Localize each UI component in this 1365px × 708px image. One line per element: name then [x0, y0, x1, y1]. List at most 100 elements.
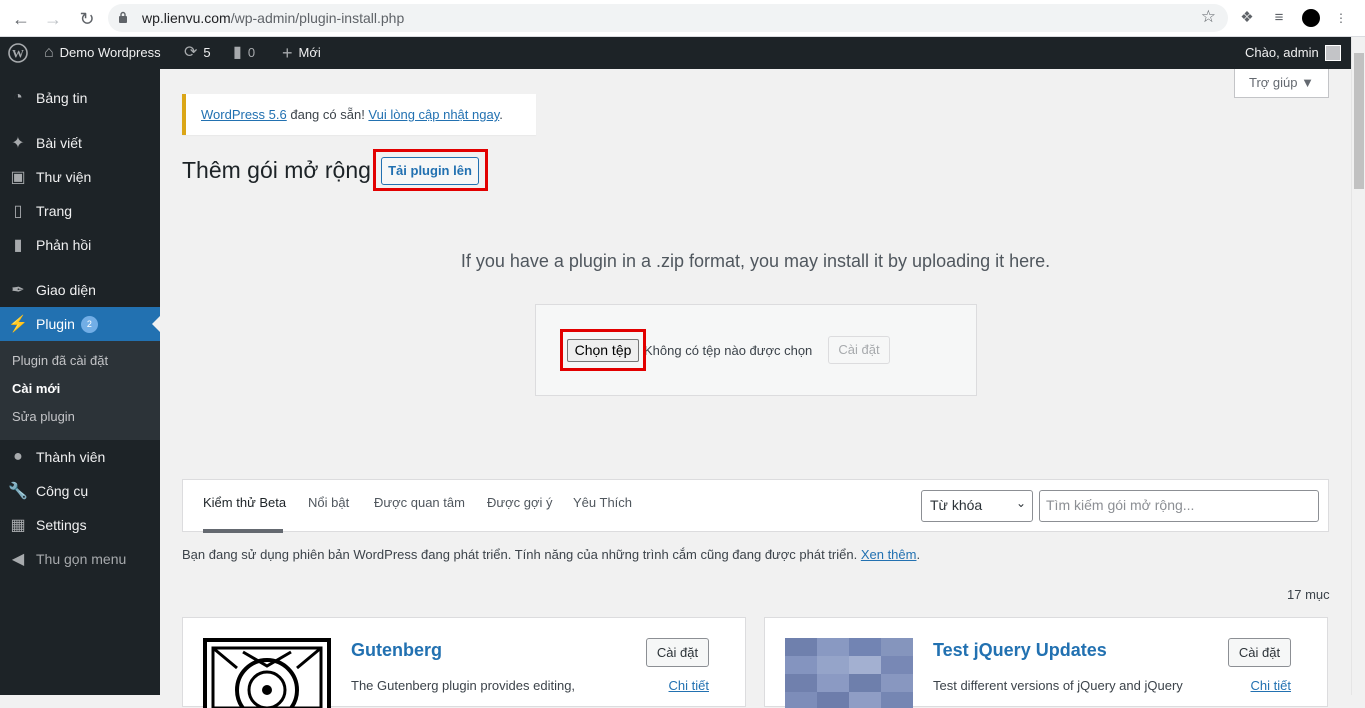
tab-popular[interactable]: Được quan tâm — [374, 495, 465, 510]
submenu-installed-plugins[interactable]: Plugin đã cài đặt — [12, 353, 108, 368]
media-icon: ▣ — [10, 169, 26, 186]
plugins-submenu: Plugin đã cài đặt Cài mới Sửa plugin — [0, 341, 160, 440]
tab-featured[interactable]: Nổi bật — [308, 495, 349, 510]
plugin-search-input[interactable]: Tìm kiếm gói mở rộng... — [1039, 490, 1319, 522]
dashboard-icon: ◔ — [13, 89, 23, 106]
admin-sidebar: ◔ Bảng tin ✦ Bài viết ▣ Thư viện ▯ Trang ▮ Ph… — [0, 69, 160, 695]
tab-recommended[interactable]: Được gợi ý — [487, 495, 552, 510]
sidebar-item-label: Thư viện — [36, 169, 92, 185]
site-name-link[interactable]: ⌂ Demo Wordpress — [44, 37, 161, 69]
tab-favorites[interactable]: Yêu Thích — [573, 495, 632, 510]
sidebar-item-posts[interactable]: ✦ Bài viết — [0, 126, 160, 160]
upload-instructions: If you have a plugin in a .zip format, y… — [460, 251, 1051, 271]
more-details-link[interactable]: Chi tiết — [1251, 678, 1291, 693]
browser-toolbar: ← → ↻ wp.lienvu.com/wp-admin/plugin-inst… — [0, 0, 1365, 37]
wrench-icon: 🔧 — [8, 483, 28, 500]
learn-more-link[interactable]: Xen thêm — [861, 547, 917, 562]
reload-icon[interactable]: ↻ — [76, 8, 98, 30]
user-icon: ● — [13, 448, 23, 465]
sidebar-item-settings[interactable]: ▦ Settings — [0, 508, 160, 542]
beta-note-end: . — [916, 547, 921, 562]
plugin-name-link[interactable]: Test jQuery Updates — [933, 640, 1107, 661]
page-title: Thêm gói mở rộng — [182, 157, 371, 183]
sidebar-item-plugins[interactable]: ⚡ Plugin 2 — [0, 307, 160, 341]
extensions-icon[interactable]: ❖ — [1236, 7, 1258, 29]
comments-count: 0 — [247, 45, 256, 60]
site-name-label: Demo Wordpress — [59, 45, 161, 60]
forward-icon[interactable]: → — [42, 8, 64, 30]
upload-plugin-button[interactable]: Tải plugin lên — [381, 157, 479, 185]
comment-icon: ▮ — [233, 44, 242, 61]
profile-avatar-icon[interactable] — [1300, 7, 1322, 29]
plugin-update-badge: 2 — [80, 315, 98, 333]
sidebar-item-pages[interactable]: ▯ Trang — [0, 194, 160, 228]
search-type-value: Từ khóa — [930, 497, 983, 513]
plugin-card: Test jQuery Updates Test different versi… — [764, 617, 1328, 708]
updates-link[interactable]: ⟳ 5 — [184, 37, 211, 69]
install-now-button[interactable]: Cài đặt — [828, 336, 890, 364]
greeting-label: Chào, admin — [1245, 45, 1319, 60]
gutenberg-logo-icon — [203, 638, 331, 708]
submenu-plugin-editor[interactable]: Sửa plugin — [12, 409, 75, 424]
sidebar-item-appearance[interactable]: ✒ Giao diện — [0, 273, 160, 307]
bookmark-star-icon[interactable]: ☆ — [1201, 7, 1216, 27]
wp-admin-bar: W ⌂ Demo Wordpress ⟳ 5 ▮ 0 + Mới Chào, a… — [0, 37, 1365, 69]
sidebar-item-label: Bảng tin — [36, 90, 88, 106]
wordpress-logo-icon[interactable]: W — [8, 37, 28, 69]
svg-text:W: W — [12, 47, 24, 61]
update-notice: WordPress 5.6 đang có sẵn! Vui lòng cập … — [182, 94, 536, 135]
updates-icon: ⟳ — [184, 44, 198, 61]
plugin-description: The Gutenberg plugin provides editing, — [351, 678, 576, 693]
sidebar-item-dashboard[interactable]: ◔ Bảng tin — [0, 81, 160, 115]
plugin-name-link[interactable]: Gutenberg — [351, 640, 442, 661]
tab-beta-testing[interactable]: Kiểm thử Beta — [203, 495, 286, 510]
pin-icon: ✦ — [11, 135, 25, 152]
plugin-card: Gutenberg The Gutenberg plugin provides … — [182, 617, 746, 708]
sidebar-item-tools[interactable]: 🔧 Công cụ — [0, 474, 160, 508]
sidebar-item-label: Phản hồi — [36, 237, 92, 253]
sidebar-item-comments[interactable]: ▮ Phản hồi — [0, 228, 160, 262]
comments-link[interactable]: ▮ 0 — [233, 37, 255, 69]
search-placeholder: Tìm kiếm gói mở rộng... — [1046, 497, 1195, 513]
back-icon[interactable]: ← — [10, 8, 32, 30]
sidebar-item-label: Công cụ — [36, 483, 89, 499]
more-details-link[interactable]: Chi tiết — [669, 678, 709, 693]
avatar — [1324, 45, 1341, 61]
item-count: 17 mục — [1287, 587, 1330, 602]
plugin-icon: ⚡ — [8, 316, 28, 333]
submenu-add-new[interactable]: Cài mới — [12, 381, 60, 396]
search-type-select[interactable]: Từ khóa ⌄ — [921, 490, 1033, 522]
media-queue-icon[interactable]: ≡ — [1268, 7, 1290, 29]
page-scrollbar[interactable] — [1351, 37, 1365, 695]
beta-notice: Bạn đang sử dụng phiên bản WordPress đan… — [182, 547, 920, 562]
help-tab-button[interactable]: Trợ giúp ▼ — [1234, 69, 1329, 98]
no-file-label: Không có tệp nào được chọn — [644, 343, 813, 358]
sidebar-item-media[interactable]: ▣ Thư viện — [0, 160, 160, 194]
sidebar-item-label: Thu gọn menu — [36, 551, 127, 567]
page-icon: ▯ — [13, 203, 23, 220]
plugin-description: Test different versions of jQuery and jQ… — [933, 678, 1183, 693]
install-plugin-button[interactable]: Cài đặt — [1228, 638, 1291, 667]
wordpress-version-link[interactable]: WordPress 5.6 — [201, 107, 287, 122]
help-label: Trợ giúp ▼ — [1249, 75, 1314, 90]
sidebar-item-label: Thành viên — [36, 449, 106, 465]
address-bar[interactable]: wp.lienvu.com/wp-admin/plugin-install.ph… — [108, 4, 1228, 32]
main-content: Trợ giúp ▼ WordPress 5.6 đang có sẵn! Vu… — [160, 69, 1351, 708]
home-icon: ⌂ — [44, 44, 54, 61]
chevron-down-icon: ⌄ — [1015, 496, 1026, 510]
lock-icon — [119, 11, 127, 23]
sidebar-item-label: Trang — [36, 203, 73, 219]
my-account-link[interactable]: Chào, admin — [1245, 37, 1341, 69]
sidebar-item-users[interactable]: ● Thành viên — [0, 440, 160, 474]
menu-icon[interactable]: ⋮ — [1330, 7, 1352, 29]
scrollbar-thumb[interactable] — [1354, 53, 1364, 189]
sidebar-item-label: Bài viết — [36, 135, 82, 151]
new-content-link[interactable]: + Mới — [282, 37, 321, 69]
plus-icon: + — [282, 43, 293, 63]
updates-count: 5 — [203, 45, 211, 60]
sidebar-collapse-menu[interactable]: ◀ Thu gọn menu — [0, 542, 160, 576]
notice-text: đang có sẵn! — [286, 107, 369, 122]
install-plugin-button[interactable]: Cài đặt — [646, 638, 709, 667]
settings-icon: ▦ — [10, 517, 26, 534]
update-now-link[interactable]: Vui lòng cập nhật ngay — [368, 107, 499, 122]
